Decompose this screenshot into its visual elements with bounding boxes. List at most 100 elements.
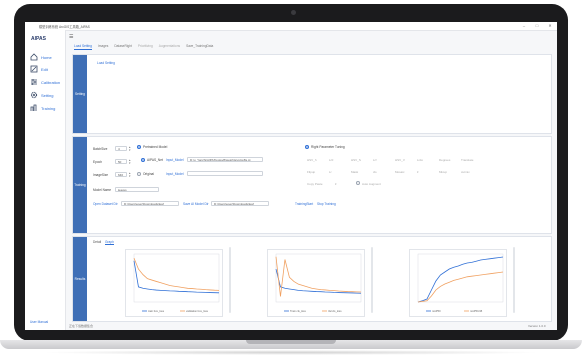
version-text: Version 1.0.0 [528,324,546,328]
chart-map: mAP50 mAP50-95 [409,249,507,317]
sidebar: AIPAS Home Edit Calibration Setting Trai… [25,30,66,330]
aipas-net-radio[interactable] [141,158,145,162]
right-tuning-radio[interactable] [305,145,309,149]
sidebar-item-training[interactable]: Training [30,104,64,113]
param-label: Mixup [439,170,448,174]
chart-cls-loss: Train cls_loss Val cls_loss [267,249,365,317]
tab-load-setting[interactable]: Load Setting [74,44,92,50]
sidebar-item-label: Edit [41,67,48,72]
param-label: HSV_h [307,158,317,162]
maximize-button[interactable]: □ [532,23,542,29]
chart-plot-area [417,253,504,303]
original-radio[interactable] [137,172,141,176]
param-label: Lrdo [417,158,424,162]
home-icon [30,53,38,61]
series-line-0 [417,256,504,303]
sidebar-item-setting[interactable]: Setting [30,91,64,100]
sidebar-item-home[interactable]: Home [30,53,64,62]
param-label: lr [417,170,419,174]
series-line-1 [133,257,220,291]
tab-prioritizing[interactable]: Prioritizing [138,44,153,50]
chart-plot-area [275,253,362,303]
param-label: Translate [461,158,474,162]
series-line-1 [417,271,504,303]
legend-label: train box_loss [148,309,165,313]
batch-size-label: BatchSize [93,147,108,151]
param-label: cls [373,170,377,174]
batch-size-stepper[interactable]: ▴ ▾ [129,146,131,152]
sidebar-item-calibration[interactable]: Calibration [30,78,64,87]
auto-augment-radio[interactable] [356,181,360,185]
tab-bar: Load Setting Images DataseRight Prioriti… [74,44,213,50]
original-label: Original [143,172,154,176]
minimize-button[interactable]: – [519,23,529,29]
sidebar-item-label: Home [41,55,52,60]
chart-scrollbar[interactable] [229,247,231,313]
open-dataset-link[interactable]: Open Dataset Dir [93,202,118,206]
chart-svg: mAP50 mAP50-95 [417,253,504,313]
section-label: Results [73,237,87,321]
dataset-path-input[interactable]: D:\Users\user\Downloads\leaf [121,201,179,206]
epoch-input[interactable]: 50 [115,159,127,164]
laptop-shadow [40,350,542,355]
stop-training-button[interactable]: Stop Training [317,202,336,206]
sidebar-item-label: Training [41,106,56,111]
window-title: 模型训练系统 ArcGIS工具箱_AIPAS [39,25,90,29]
tab-images[interactable]: Images [98,44,108,50]
training-start-button[interactable]: TrainingStart [295,202,313,206]
setting-section: Setting Load Setting [72,54,552,134]
section-label: Setting [73,55,87,133]
user-manual-link[interactable]: User Manual [30,320,48,324]
app-window: 模型训练系统 ArcGIS工具箱_AIPAS – □ ✕ AIPAS Home … [25,22,557,330]
main-content: Load Setting Images DataseRight Prioriti… [66,30,557,330]
legend-label: validation box_loss [186,309,209,313]
epoch-stepper[interactable]: ▴ ▾ [129,159,131,165]
edit-icon [30,65,38,73]
sidebar-item-edit[interactable]: Edit [30,65,64,74]
model-name-input[interactable]: leaves [115,187,159,192]
chart-box-loss: train box_loss validation box_loss [125,249,223,317]
section-label: Training [73,137,87,233]
series-line-1 [275,256,362,297]
image-size-input[interactable]: 640 [115,172,127,177]
param-label: Degrees [439,158,451,162]
legend-label: mAP50 [432,309,441,313]
load-setting-link[interactable]: Load Setting [97,61,115,65]
save-model-path-input[interactable]: D:\Users\user\Downloads\leaf [211,201,269,206]
sidebar-item-label: Setting [41,93,54,98]
training-icon [30,104,37,111]
param-label: Mask [351,170,359,174]
param-label: HSV_V [395,158,405,162]
param-label: Flipup [307,170,316,174]
tab-dataseright[interactable]: DataseRight [114,44,132,50]
model-path-input[interactable]: D:\u_Yanzhi\AIPAS\yolov8\weights\yolov8s… [187,157,263,162]
param-label: lr [335,182,337,186]
chart-scrollbar[interactable] [513,247,515,313]
chart-svg: Train cls_loss Val cls_loss [275,253,362,313]
batch-size-input[interactable]: 4 [115,146,127,151]
legend-label: mAP50-95 [470,309,483,313]
original-model-input[interactable] [187,171,263,176]
tab-augmentations[interactable]: Augmentations [159,44,180,50]
legend-label: Train cls_loss [290,309,306,313]
pretrained-radio[interactable] [137,145,141,149]
aipas-net-label: AIPAS_Net [147,158,163,162]
image-size-stepper[interactable]: ▴ ▾ [129,172,131,178]
chart-scrollbar[interactable] [371,247,373,313]
param-label: Copy Paste [307,182,323,186]
image-size-label: ImageSize [93,173,109,177]
series-line-0 [133,260,220,294]
tab-save-training-data[interactable]: Save_TrainingData [186,44,213,50]
param-label: HSV_S [351,158,361,162]
param-label: Lr [329,170,332,174]
pretrained-label: Pretrained Model [143,145,168,149]
tab-detail[interactable]: Detail [93,240,101,244]
tab-graph[interactable]: Graph [105,240,114,245]
save-model-link[interactable]: Save AI Model Dir [183,202,209,206]
input-model-link[interactable]: Input_Model [166,158,184,162]
param-label: cutmix [461,170,470,174]
close-button[interactable]: ✕ [545,23,555,29]
results-section: Results Detail Graph train box_loss valid… [72,236,552,322]
chart-svg: train box_loss validation box_loss [133,253,220,313]
input-model-link-2[interactable]: Input_Model [166,172,184,176]
